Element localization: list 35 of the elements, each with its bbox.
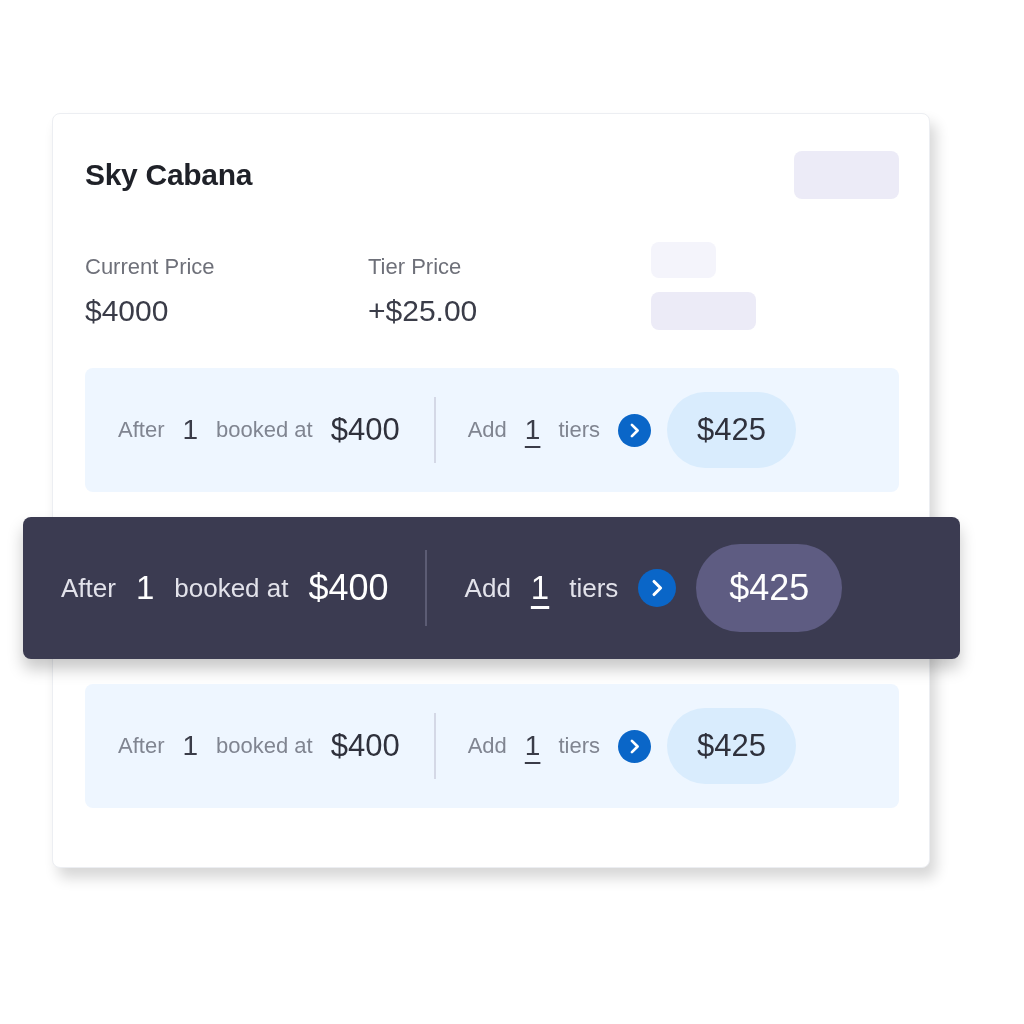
tier-row[interactable]: After 1 booked at $400 Add 1 tiers $425 <box>85 684 899 808</box>
tier-label: booked at <box>216 417 313 443</box>
result-price: $425 <box>696 544 843 632</box>
booked-count: 1 <box>182 414 199 446</box>
tier-label: After <box>118 733 165 759</box>
tier-row[interactable]: After 1 booked at $400 Add 1 tiers $425 <box>85 368 899 492</box>
tier-label: tiers <box>558 417 600 443</box>
booked-count: 1 <box>135 569 155 607</box>
result-price: $425 <box>666 392 796 468</box>
tier-label: booked at <box>174 572 289 604</box>
tier-count: 1 <box>524 414 541 446</box>
chevron-right-icon[interactable] <box>617 413 651 447</box>
tier-count: 1 <box>530 569 550 607</box>
tier-label: After <box>118 417 165 443</box>
tier-label: Add <box>467 417 507 443</box>
chevron-right-icon[interactable] <box>638 569 677 607</box>
tier-label: tiers <box>558 733 600 759</box>
booked-price: $400 <box>308 567 389 609</box>
tier-count: 1 <box>524 730 541 762</box>
price-label: Current Price <box>85 254 216 280</box>
tier-label: Add <box>467 733 507 759</box>
card-title: Sky Cabana <box>85 158 253 192</box>
booked-count: 1 <box>182 730 199 762</box>
booked-price: $400 <box>330 412 400 448</box>
price-label: Tier Price <box>368 254 463 280</box>
tier-label: tiers <box>569 572 619 604</box>
price-value: +$25.00 <box>368 294 479 328</box>
booked-price: $400 <box>330 728 400 764</box>
chevron-right-icon[interactable] <box>617 729 651 763</box>
tier-label: booked at <box>216 733 313 759</box>
tier-label: Add <box>464 572 511 604</box>
tier-label: After <box>61 572 116 604</box>
tier-row[interactable]: After 1 booked at $400 Add 1 tiers $425 <box>23 517 960 659</box>
price-value: $4000 <box>85 294 170 328</box>
result-price: $425 <box>666 708 796 784</box>
